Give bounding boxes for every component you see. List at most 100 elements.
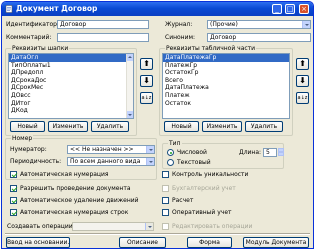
journal-value: (Прочие) (210, 21, 238, 28)
uniqueness-checkbox[interactable] (162, 171, 169, 178)
edit-operations-label: Редактировать операции (172, 223, 253, 230)
list-item[interactable]: ПлатежГр (163, 62, 289, 70)
periodicity-value: По всем данного вида (70, 158, 141, 165)
operational-label: Оперативный учет (172, 209, 232, 216)
list-item[interactable]: ДИтог (9, 100, 133, 108)
header-new-button[interactable]: Новый (10, 121, 45, 132)
table-attributes-list[interactable]: ДатаПлатежаГр ПлатежГр ОстатокГр Всего Д… (162, 53, 290, 119)
header-delete-button[interactable]: Удалить (91, 121, 129, 132)
auto-delete-label: Автоматическое удаление движений (20, 197, 139, 204)
scroll-down-icon[interactable] (127, 111, 133, 118)
text-type-radio[interactable] (167, 159, 174, 166)
journal-select[interactable]: (Прочие) (207, 20, 311, 29)
stepper-down-icon[interactable] (278, 152, 284, 156)
header-attributes-title: Реквизиты шапки (11, 45, 70, 53)
list-item[interactable]: ДСрокМес (9, 84, 133, 92)
numerator-label: Нумератор: (10, 146, 47, 153)
document-icon (5, 5, 13, 13)
maximize-button[interactable]: □ (285, 4, 295, 14)
list-item[interactable]: ДатаОгл (9, 54, 133, 62)
list-item[interactable]: ОстатокГр (163, 69, 289, 77)
periodicity-label: Периодичность: (10, 158, 62, 165)
numeric-type-radio[interactable] (167, 149, 174, 156)
list-item[interactable]: Всего (163, 77, 289, 85)
chevron-down-icon[interactable] (146, 158, 154, 165)
arrow-down-icon: ⬇ (299, 76, 306, 85)
table-delete-button[interactable]: Удалить (245, 121, 283, 132)
length-stepper[interactable] (278, 148, 284, 157)
synonym-label: Синоним: (165, 34, 196, 41)
allow-posting-checkbox[interactable] (10, 185, 17, 192)
minimize-button[interactable]: _ (272, 4, 282, 14)
header-list-scrollbar[interactable] (126, 54, 133, 118)
document-module-button[interactable]: Модуль Документа (243, 237, 309, 248)
description-button[interactable]: Описание (119, 237, 166, 248)
number-title: Номер (11, 135, 34, 143)
comment-label: Комментарий: (6, 34, 52, 41)
text-type-label: Текстовый (177, 159, 211, 166)
table-move-up-button[interactable]: ⬆ (296, 58, 309, 70)
accounting-label: Бухгалтерский учет (172, 185, 236, 192)
calculation-checkbox[interactable] (162, 197, 169, 204)
auto-numbering-label: Автоматическая нумерация (20, 171, 109, 178)
allow-posting-label: Разрешить проведение документа (20, 185, 131, 192)
table-new-button[interactable]: Новый (164, 121, 199, 132)
calculation-label: Расчет (172, 197, 194, 204)
periodicity-select[interactable]: По всем данного вида (67, 157, 155, 166)
edit-operations-checkbox[interactable] (162, 223, 169, 230)
footer-divider (5, 233, 310, 235)
length-input[interactable]: 5 (263, 148, 277, 157)
accounting-checkbox[interactable] (162, 185, 169, 192)
table-attributes-title: Реквизиты табличной части (165, 45, 257, 53)
basis-input-button[interactable]: Ввод на основании... (6, 237, 70, 248)
header-sort-button[interactable]: a↓z (140, 92, 153, 104)
type-title: Тип (168, 140, 182, 148)
list-item[interactable]: ДОвсс (9, 92, 133, 100)
numerator-value: << Не назначен >> (70, 146, 134, 153)
chevron-down-icon[interactable] (146, 146, 154, 153)
document-window: Документ Договор _ □ × Идентификатор: До… (1, 1, 314, 249)
table-sort-button[interactable]: a↓z (296, 92, 309, 104)
create-operations-select[interactable] (72, 222, 154, 231)
list-item[interactable]: ДатаПлатежаГр (163, 54, 289, 62)
auto-delete-checkbox[interactable] (10, 197, 17, 204)
table-move-down-button[interactable]: ⬇ (296, 75, 309, 87)
list-item[interactable]: ДатаПлатежа (163, 84, 289, 92)
operational-checkbox[interactable] (162, 209, 169, 216)
header-edit-button[interactable]: Изменить (48, 121, 88, 132)
comment-input[interactable] (57, 33, 149, 42)
list-item[interactable]: Остаток (163, 100, 289, 108)
journal-label: Журнал: (165, 21, 193, 28)
auto-number-rows-label: Автоматическая нумерация строк (20, 209, 129, 216)
chevron-down-icon[interactable] (145, 223, 153, 230)
auto-numbering-checkbox[interactable] (10, 171, 17, 178)
create-operations-label: Создавать операции: (7, 223, 75, 230)
list-item[interactable]: ДПредопл (9, 69, 133, 77)
sort-icon: a↓z (297, 95, 308, 101)
header-move-down-button[interactable]: ⬇ (140, 75, 153, 87)
chevron-down-icon[interactable] (302, 21, 310, 28)
uniqueness-label: Контроль уникальности (172, 171, 249, 178)
header-move-up-button[interactable]: ⬆ (140, 58, 153, 70)
numerator-select[interactable]: << Не назначен >> (67, 145, 155, 154)
numeric-type-label: Числовой (177, 149, 207, 156)
list-item[interactable]: ДКод (9, 107, 133, 115)
synonym-input[interactable]: Договор (207, 33, 311, 42)
window-title: Документ Договор (16, 4, 98, 13)
list-item[interactable]: Платеж (163, 92, 289, 100)
header-attributes-list[interactable]: ДатаОгл ТипОплаты1 ДПредопл ДСрокаДос ДС… (8, 53, 134, 119)
auto-number-rows-checkbox[interactable] (10, 209, 17, 216)
list-item[interactable]: ДСрокаДос (9, 77, 133, 85)
form-button[interactable]: Форма (187, 237, 232, 248)
scroll-up-icon[interactable] (127, 54, 133, 61)
title-bar[interactable]: Документ Договор _ □ × (2, 2, 313, 16)
identifier-input[interactable]: Договор (57, 20, 149, 29)
sort-icon: a↓z (141, 95, 152, 101)
identifier-label: Идентификатор: (6, 21, 59, 28)
arrow-up-icon: ⬆ (299, 59, 306, 68)
close-button[interactable]: × (299, 4, 309, 14)
length-label: Длина: (239, 149, 262, 156)
list-item[interactable]: ТипОплаты1 (9, 62, 133, 70)
table-edit-button[interactable]: Изменить (202, 121, 242, 132)
arrow-up-icon: ⬆ (143, 59, 150, 68)
